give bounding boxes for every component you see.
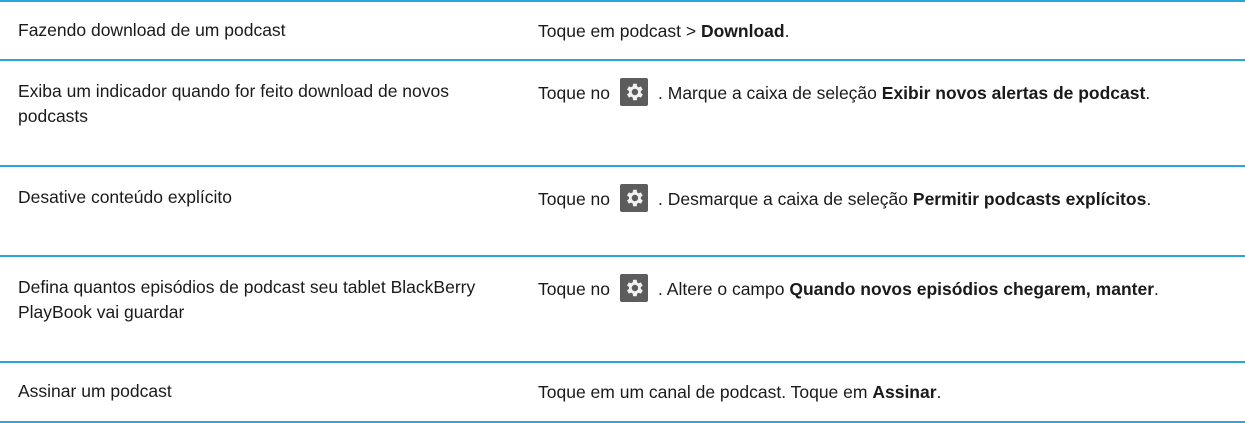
ui-term: Assinar <box>872 382 937 402</box>
table-row: Exiba um indicador quando for feito down… <box>0 61 1245 165</box>
task-instruction: Toque em podcast > Download. <box>538 21 790 41</box>
task-label: Defina quantos episódios de podcast seu … <box>18 277 476 322</box>
task-label: Assinar um podcast <box>18 381 172 401</box>
table-row: Desative conteúdo explícito Toque no. De… <box>0 167 1245 255</box>
task-instruction: Toque no. Marque a caixa de seleção Exib… <box>538 75 1228 111</box>
gear-icon <box>620 184 649 213</box>
task-instruction: Toque no. Altere o campo Quando novos ep… <box>538 271 1228 307</box>
task-label: Desative conteúdo explícito <box>18 187 233 207</box>
task-label: Fazendo download de um podcast <box>18 20 286 40</box>
table-row: Defina quantos episódios de podcast seu … <box>0 257 1245 361</box>
task-label: Exiba um indicador quando for feito down… <box>18 81 449 126</box>
ui-term: Permitir podcasts explícitos <box>912 189 1147 209</box>
table-row: Fazendo download de um podcast Toque em … <box>0 2 1245 59</box>
gear-icon <box>620 274 649 303</box>
task-instruction: Toque no. Desmarque a caixa de seleção P… <box>538 181 1228 217</box>
ui-term: Download <box>700 21 785 41</box>
task-instruction: Toque em um canal de podcast. Toque em A… <box>538 382 942 402</box>
table-row: Assinar um podcast Toque em um canal de … <box>0 363 1245 421</box>
gear-icon <box>620 78 649 107</box>
ui-term: Exibir novos alertas de podcast <box>881 83 1146 103</box>
ui-term: Quando novos episódios chegarem, manter <box>789 279 1155 299</box>
